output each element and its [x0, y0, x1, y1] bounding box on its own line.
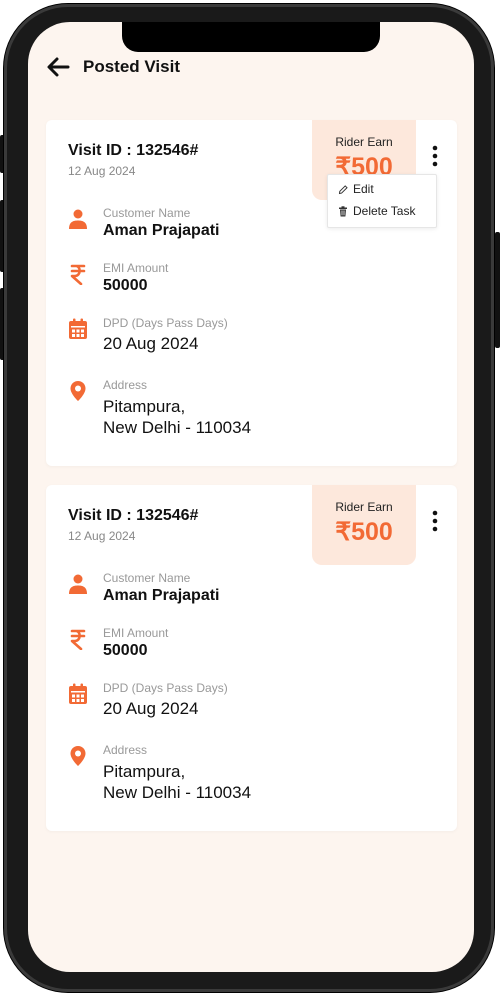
rider-earn-label: Rider Earn — [335, 135, 393, 149]
customer-row: Customer Name Aman Prajapati — [68, 206, 219, 240]
emi-amount-value: 50000 — [103, 277, 148, 294]
calendar-icon — [69, 318, 87, 339]
dpd-value: 20 Aug 2024 — [103, 334, 199, 353]
dpd-label: DPD (Days Pass Days) — [103, 681, 228, 695]
app-screen: Posted Visit Visit ID : 132546# 12 Aug 2… — [28, 22, 474, 972]
rider-earn-value: ₹500 — [335, 518, 393, 546]
rider-earn-label: Rider Earn — [335, 500, 393, 514]
pencil-icon — [338, 184, 348, 194]
card-options-menu: Edit Delete Task — [327, 174, 437, 228]
address-label: Address — [103, 378, 148, 392]
visit-date: 12 Aug 2024 — [68, 529, 136, 543]
phone-notch — [122, 22, 380, 52]
rider-earn-badge: Rider Earn ₹500 — [312, 485, 416, 565]
menu-item-edit[interactable]: Edit — [338, 182, 374, 196]
rupee-icon — [70, 264, 86, 285]
person-icon — [69, 574, 87, 594]
customer-name-value: Aman Prajapati — [103, 587, 220, 604]
customer-row: Customer Name Aman Prajapati — [68, 571, 219, 605]
address-row: Address Pitampura, New Delhi - 110034 — [68, 378, 251, 438]
menu-item-delete-label: Delete Task — [353, 204, 416, 218]
menu-item-delete[interactable]: Delete Task — [338, 204, 415, 218]
emi-row: EMI Amount 50000 — [68, 261, 168, 295]
page-title: Posted Visit — [83, 57, 180, 76]
address-line-2: New Delhi - 110034 — [103, 783, 252, 802]
customer-name-value: Aman Prajapati — [103, 222, 220, 239]
rupee-icon — [70, 629, 86, 650]
person-icon — [69, 209, 87, 229]
app-header: Posted Visit — [46, 56, 180, 78]
dpd-label: DPD (Days Pass Days) — [103, 316, 228, 330]
emi-amount-value: 50000 — [103, 642, 148, 659]
visit-id: Visit ID : 132546# — [68, 142, 199, 159]
address-row: Address Pitampura, New Delhi - 110034 — [68, 743, 251, 803]
visit-id: Visit ID : 132546# — [68, 507, 199, 524]
customer-name-label: Customer Name — [103, 571, 191, 585]
visit-card[interactable]: Visit ID : 132546# 12 Aug 2024 Rider Ear… — [46, 485, 457, 831]
emi-amount-label: EMI Amount — [103, 261, 169, 275]
customer-name-label: Customer Name — [103, 206, 191, 220]
menu-item-edit-label: Edit — [353, 182, 374, 196]
more-vertical-icon[interactable] — [430, 144, 440, 168]
emi-amount-label: EMI Amount — [103, 626, 169, 640]
dpd-row: DPD (Days Pass Days) 20 Aug 2024 — [68, 681, 228, 718]
trash-icon — [339, 205, 347, 216]
phone-side-button-right — [495, 232, 500, 348]
more-vertical-icon[interactable] — [430, 509, 440, 533]
emi-row: EMI Amount 50000 — [68, 626, 168, 660]
address-line-1: Pitampura, — [103, 397, 186, 416]
address-line-1: Pitampura, — [103, 762, 186, 781]
address-label: Address — [103, 743, 148, 757]
visit-date: 12 Aug 2024 — [68, 164, 136, 178]
back-arrow-icon[interactable] — [46, 56, 70, 78]
calendar-icon — [69, 683, 87, 704]
location-pin-icon — [70, 381, 86, 401]
address-line-2: New Delhi - 110034 — [103, 418, 252, 437]
location-pin-icon — [70, 746, 86, 766]
dpd-value: 20 Aug 2024 — [103, 699, 199, 718]
visit-card[interactable]: Visit ID : 132546# 12 Aug 2024 Rider Ear… — [46, 120, 457, 466]
dpd-row: DPD (Days Pass Days) 20 Aug 2024 — [68, 316, 228, 353]
